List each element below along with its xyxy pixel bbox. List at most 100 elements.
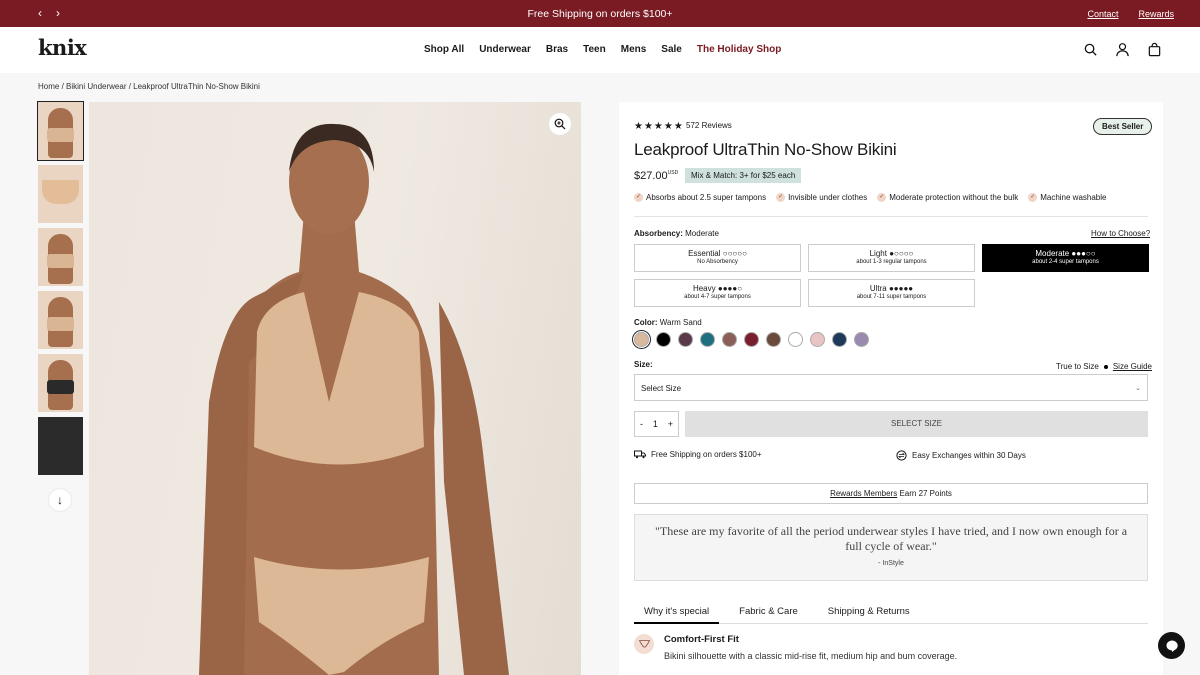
absorbency-option-heavy[interactable]: Heavy ●●●●○ about 4-7 super tampons [634, 279, 801, 307]
absorbency-option-light[interactable]: Light ●○○○○ about 1-3 regular tampons [808, 244, 975, 272]
color-swatch[interactable] [722, 332, 737, 347]
nav-underwear[interactable]: Underwear [479, 44, 531, 55]
absorbency-option-essential[interactable]: Essential ○○○○○ No Absorbency [634, 244, 801, 272]
quantity-increase-button[interactable]: + [668, 419, 673, 429]
account-icon[interactable] [1115, 42, 1130, 57]
absorbency-heading: Absorbency: [634, 229, 683, 238]
rewards-points-text: Earn 27 Points [897, 489, 952, 498]
bullet-icon [1103, 364, 1108, 369]
color-swatch[interactable] [678, 332, 693, 347]
thumbnail-4[interactable] [38, 291, 83, 349]
thumbnail-1[interactable] [37, 101, 84, 161]
product-details-panel: ★★★★★ 572 Reviews Best Seller Leakproof … [619, 102, 1163, 675]
option-description: about 7-11 super tampons [856, 294, 927, 300]
check-icon: ✓ [634, 193, 643, 202]
thumbnail-garment [47, 254, 74, 268]
thumbnail-garment [47, 380, 74, 394]
color-swatch[interactable] [810, 332, 825, 347]
feature-description: Bikini silhouette with a classic mid-ris… [664, 651, 958, 661]
quantity-value[interactable]: 1 [653, 419, 658, 429]
color-swatch[interactable] [634, 332, 649, 347]
thumbnail-5[interactable] [38, 354, 83, 412]
utility-links: Contact Rewards [1087, 9, 1174, 19]
cart-icon[interactable] [1147, 42, 1162, 57]
thumbnail-6[interactable] [38, 417, 83, 475]
reviews-count[interactable]: 572 Reviews [686, 121, 732, 130]
nav-sale[interactable]: Sale [661, 44, 682, 55]
feature-item: ✓ Machine washable [1028, 193, 1106, 202]
option-description: about 4-7 super tampons [684, 294, 751, 300]
option-description: about 1-3 regular tampons [856, 259, 927, 265]
how-to-choose-link[interactable]: How to Choose? [1091, 229, 1150, 238]
tab-why-its-special[interactable]: Why it's special [634, 602, 720, 624]
drops-icon: ●●●●○ [717, 284, 743, 293]
color-swatch[interactable] [766, 332, 781, 347]
thumbnail-garment [47, 128, 74, 142]
breadcrumb-separator: / [59, 82, 67, 91]
true-to-size-label: True to Size [1056, 362, 1099, 371]
size-guide-link[interactable]: Size Guide [1113, 362, 1152, 371]
breadcrumb-category[interactable]: Bikini Underwear [66, 82, 126, 91]
shipping-info: Free Shipping on orders $100+ [634, 450, 762, 459]
truck-icon [634, 450, 646, 459]
thumbnail-down-arrow-icon[interactable]: ↓ [49, 489, 71, 511]
zoom-icon[interactable] [549, 113, 571, 135]
breadcrumb: Home / Bikini Underwear / Leakproof Ultr… [38, 82, 260, 91]
nav-mens[interactable]: Mens [621, 44, 647, 55]
quantity-stepper: - 1 + [634, 411, 679, 437]
size-label: Size: [634, 360, 653, 369]
thumbnail-3[interactable] [38, 228, 83, 286]
feature-label: Invisible under clothes [788, 193, 868, 202]
exchanges-info: Easy Exchanges within 30 Days [896, 450, 1026, 461]
logo[interactable]: knix [38, 35, 87, 60]
press-quote: "These are my favorite of all the period… [634, 514, 1148, 581]
color-swatch[interactable] [832, 332, 847, 347]
nav-shop-all[interactable]: Shop All [424, 44, 464, 55]
tab-shipping-returns[interactable]: Shipping & Returns [818, 602, 920, 624]
absorbency-option-moderate[interactable]: Moderate ●●●○○ about 2-4 super tampons [982, 244, 1149, 272]
breadcrumb-home[interactable]: Home [38, 82, 59, 91]
color-swatch[interactable] [788, 332, 803, 347]
chat-bubble-icon [1166, 639, 1178, 652]
feature-title: Comfort-First Fit [664, 634, 739, 645]
nav-teen[interactable]: Teen [583, 44, 606, 55]
shipping-text: Free Shipping on orders $100+ [651, 450, 762, 459]
feature-label: Machine washable [1040, 193, 1107, 202]
product-main-image[interactable] [89, 102, 581, 675]
feature-label: Absorbs about 2.5 super tampons [646, 193, 767, 202]
announcement-bar: ‹ › Free Shipping on orders $100+ Contac… [0, 0, 1200, 27]
option-description: No Absorbency [697, 259, 738, 265]
color-swatch[interactable] [656, 332, 671, 347]
feature-item: ✓ Invisible under clothes [776, 193, 867, 202]
color-swatch[interactable] [854, 332, 869, 347]
absorbency-label: Absorbency: Moderate [634, 229, 719, 238]
quote-author: - InStyle [878, 560, 904, 567]
option-name: Moderate [1035, 249, 1070, 258]
size-select[interactable]: Select Size ⌄ [634, 374, 1148, 401]
drops-icon: ○○○○○ [722, 249, 747, 258]
exchanges-text: Easy Exchanges within 30 Days [912, 451, 1026, 460]
best-seller-badge: Best Seller [1093, 118, 1153, 135]
quantity-decrease-button[interactable]: - [640, 419, 643, 429]
rating-stars-icon[interactable]: ★★★★★ [634, 121, 684, 132]
product-title: Leakproof UltraThin No-Show Bikini [634, 140, 897, 159]
nav-bras[interactable]: Bras [546, 44, 568, 55]
tab-fabric-care[interactable]: Fabric & Care [729, 602, 808, 624]
absorbency-selected-value: Moderate [685, 229, 719, 238]
select-size-button[interactable]: SELECT SIZE [685, 411, 1148, 437]
option-name: Heavy [692, 284, 716, 293]
color-swatch[interactable] [744, 332, 759, 347]
rewards-members-link[interactable]: Rewards Members [830, 489, 897, 498]
absorbency-option-ultra[interactable]: Ultra ●●●●● about 7-11 super tampons [808, 279, 975, 307]
thumbnail-list [37, 101, 84, 480]
price-amount: $27.00 [634, 170, 668, 182]
size-select-value: Select Size [641, 384, 682, 393]
thumbnail-2[interactable] [38, 165, 83, 223]
nav-holiday-shop[interactable]: The Holiday Shop [697, 44, 781, 55]
contact-link[interactable]: Contact [1087, 9, 1118, 19]
search-icon[interactable] [1083, 42, 1098, 57]
rewards-link[interactable]: Rewards [1138, 9, 1174, 19]
color-swatch[interactable] [700, 332, 715, 347]
model-illustration [199, 123, 509, 675]
chat-button[interactable] [1158, 632, 1185, 659]
